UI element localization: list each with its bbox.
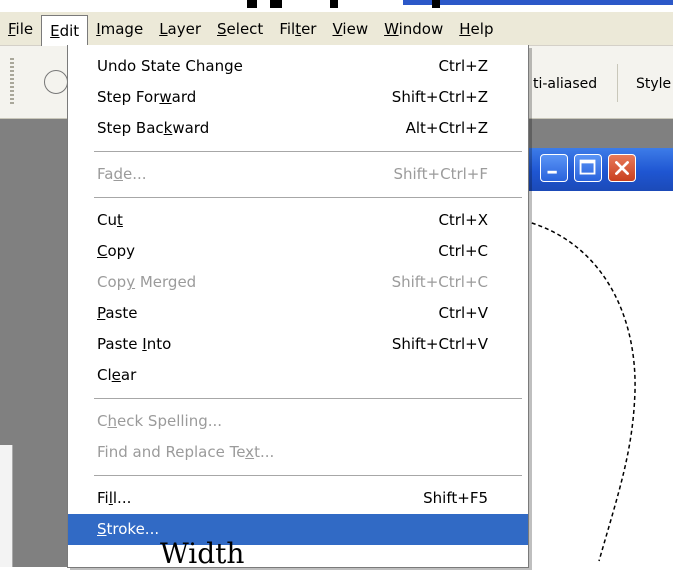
- menu-select[interactable]: Select: [209, 15, 271, 43]
- menu-view[interactable]: View: [324, 15, 376, 43]
- title-glyph: [330, 0, 338, 8]
- elliptical-marquee-icon[interactable]: [44, 70, 68, 94]
- toolbar-grip[interactable]: [10, 58, 14, 104]
- menu-edit[interactable]: Edit: [41, 15, 89, 46]
- menu-filter[interactable]: Filter: [271, 15, 324, 43]
- edit-menu-dropdown: Undo State Change Ctrl+Z Step Forward Sh…: [67, 45, 529, 568]
- menu-separator: [94, 398, 522, 399]
- menu-window[interactable]: Window: [376, 15, 451, 43]
- menu-separator: [94, 197, 522, 198]
- menu-item-cut[interactable]: Cut Ctrl+X: [68, 205, 528, 236]
- menu-item-check-spelling[interactable]: Check Spelling...: [68, 406, 528, 437]
- close-button[interactable]: [608, 154, 636, 182]
- elliptical-selection: [524, 220, 636, 562]
- title-glyph: [270, 0, 282, 8]
- top-strip: [0, 0, 673, 10]
- maximize-icon: [579, 159, 596, 175]
- document-title-bar: [518, 148, 673, 191]
- menu-bar: File Edit Image Layer Select Filter View…: [0, 12, 673, 46]
- document-canvas[interactable]: [518, 191, 673, 567]
- title-bar-edge: [403, 0, 673, 5]
- menu-item-step-forward[interactable]: Step Forward Shift+Ctrl+Z: [68, 82, 528, 113]
- menu-item-clear[interactable]: Clear: [68, 360, 528, 391]
- menu-item-paste[interactable]: Paste Ctrl+V: [68, 298, 528, 329]
- side-panel-edge: [0, 445, 13, 567]
- menu-layer[interactable]: Layer: [151, 15, 209, 43]
- menu-item-copy[interactable]: Copy Ctrl+C: [68, 236, 528, 267]
- style-label: Style: [636, 76, 672, 92]
- menu-help[interactable]: Help: [451, 15, 501, 43]
- menu-item-fill[interactable]: Fill... Shift+F5: [68, 483, 528, 514]
- toolbar-divider: [617, 64, 618, 102]
- menu-item-find-replace[interactable]: Find and Replace Text...: [68, 437, 528, 468]
- overlay-caption: Width: [160, 537, 245, 570]
- close-icon: [615, 161, 629, 175]
- menu-item-step-backward[interactable]: Step Backward Alt+Ctrl+Z: [68, 113, 528, 144]
- menu-image[interactable]: Image: [88, 15, 151, 43]
- maximize-button[interactable]: [574, 154, 602, 182]
- menu-separator: [94, 151, 522, 152]
- minimize-button[interactable]: [540, 154, 568, 182]
- title-glyph: [432, 0, 440, 8]
- menu-file[interactable]: File: [0, 15, 41, 43]
- title-glyph: [247, 0, 257, 8]
- menu-item-fade[interactable]: Fade... Shift+Ctrl+F: [68, 159, 528, 190]
- minimize-icon: [547, 170, 557, 174]
- menu-item-stroke[interactable]: Stroke...: [68, 514, 528, 545]
- anti-aliased-checkbox-label[interactable]: ti-aliased: [533, 46, 597, 118]
- menu-item-undo[interactable]: Undo State Change Ctrl+Z: [68, 51, 528, 82]
- menu-separator: [94, 475, 522, 476]
- menu-item-copy-merged[interactable]: Copy Merged Shift+Ctrl+C: [68, 267, 528, 298]
- menu-item-paste-into[interactable]: Paste Into Shift+Ctrl+V: [68, 329, 528, 360]
